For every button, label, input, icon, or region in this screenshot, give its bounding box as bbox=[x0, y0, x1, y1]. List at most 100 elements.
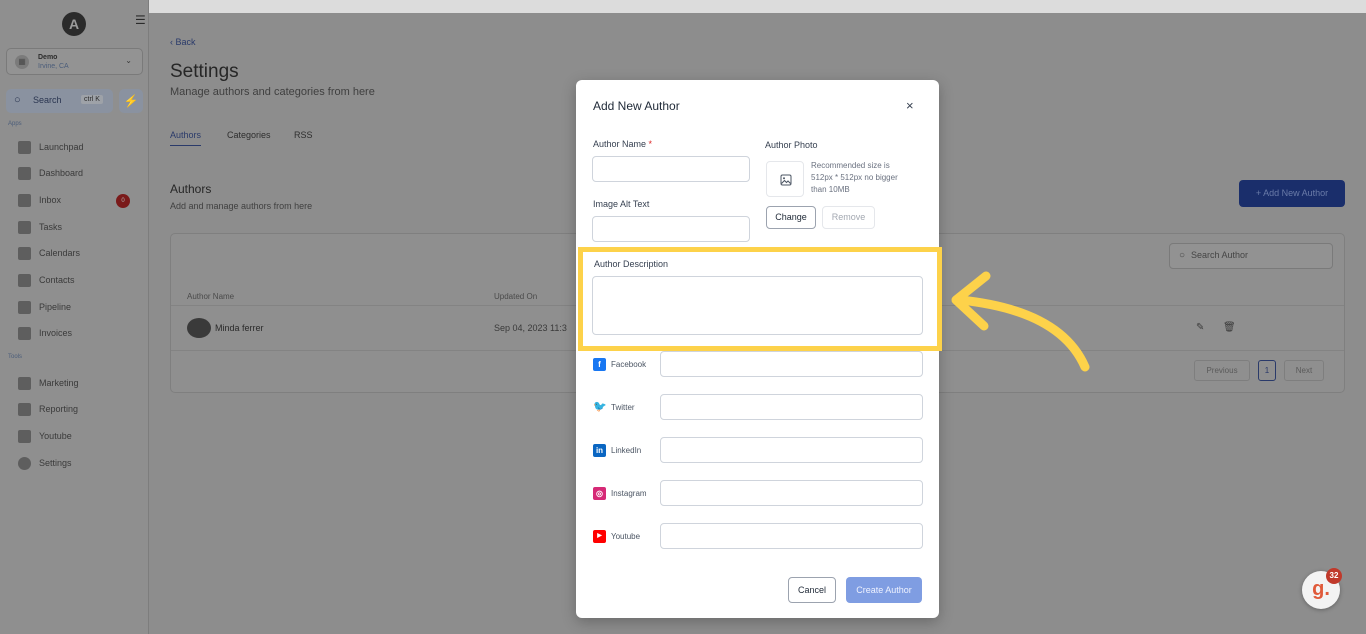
twitter-url-input[interactable] bbox=[660, 394, 923, 420]
section-apps: Apps bbox=[8, 121, 22, 127]
location-sub: Irvine, CA bbox=[38, 63, 69, 70]
sidebar-item-label: Dashboard bbox=[39, 168, 84, 178]
sidebar-item-settings[interactable]: Settings bbox=[18, 456, 143, 472]
sidebar: A ☰ ▦ Demo Irvine, CA ⌄ ○ Search ctrl K … bbox=[0, 0, 149, 634]
tab-categories[interactable]: Categories bbox=[227, 130, 271, 140]
inbox-count-badge: 0 bbox=[116, 194, 130, 208]
author-description-label: Author Description bbox=[594, 259, 669, 269]
image-icon bbox=[780, 174, 792, 186]
page-title: Settings bbox=[170, 61, 239, 82]
search-icon: ○ bbox=[14, 94, 21, 106]
back-link[interactable]: ‹ Back bbox=[170, 37, 196, 47]
invoice-icon bbox=[18, 327, 31, 340]
sidebar-item-label: Pipeline bbox=[39, 302, 72, 312]
sidebar-item-tasks[interactable]: Tasks bbox=[18, 220, 143, 236]
youtube-icon bbox=[18, 430, 31, 443]
sidebar-item-label: Contacts bbox=[39, 275, 75, 285]
collapse-menu-icon[interactable]: ☰ bbox=[135, 13, 146, 27]
sidebar-item-label: Youtube bbox=[39, 431, 72, 441]
sidebar-item-contacts[interactable]: Contacts bbox=[18, 273, 143, 289]
sidebar-search-label: Search bbox=[33, 95, 62, 105]
twitter-label: Twitter bbox=[611, 403, 635, 412]
funnel-icon bbox=[18, 301, 31, 314]
facebook-url-input[interactable] bbox=[660, 351, 923, 377]
add-new-author-button[interactable]: + Add New Author bbox=[1239, 180, 1345, 207]
cancel-button[interactable]: Cancel bbox=[788, 577, 836, 603]
calendar-icon bbox=[18, 247, 31, 260]
author-name-input[interactable] bbox=[592, 156, 750, 182]
help-widget-count: 32 bbox=[1326, 568, 1342, 584]
youtube-icon: ▶ bbox=[593, 530, 606, 543]
sidebar-item-pipeline[interactable]: Pipeline bbox=[18, 300, 143, 316]
author-name: Minda ferrer bbox=[215, 323, 264, 333]
search-author-input[interactable]: ○ Search Author bbox=[1169, 243, 1333, 269]
help-widget-button[interactable]: g. 32 bbox=[1302, 568, 1342, 609]
trash-icon[interactable]: 🗑 bbox=[1223, 322, 1236, 333]
sidebar-item-launchpad[interactable]: Launchpad bbox=[18, 140, 143, 156]
sidebar-item-label: Launchpad bbox=[39, 142, 84, 152]
sidebar-item-youtube[interactable]: Youtube bbox=[18, 429, 143, 445]
image-alt-text-input[interactable] bbox=[592, 216, 750, 242]
edit-icon[interactable]: ✎ bbox=[1196, 322, 1204, 333]
tab-rss[interactable]: RSS bbox=[294, 130, 313, 140]
facebook-icon: f bbox=[593, 358, 606, 371]
pointer-arrow-icon bbox=[951, 271, 1090, 372]
section-tools: Tools bbox=[8, 354, 23, 360]
author-name-label-text: Author Name bbox=[593, 139, 647, 149]
author-description-textarea[interactable] bbox=[592, 276, 923, 335]
sidebar-item-label: Marketing bbox=[39, 378, 79, 388]
gear-icon bbox=[18, 457, 31, 470]
sidebar-item-invoices[interactable]: Invoices bbox=[18, 326, 143, 342]
author-name-label: Author Name * bbox=[593, 139, 652, 149]
author-photo-label: Author Photo bbox=[765, 140, 818, 150]
grid-icon bbox=[18, 167, 31, 180]
linkedin-label: LinkedIn bbox=[611, 446, 642, 455]
image-alt-text-label: Image Alt Text bbox=[593, 199, 650, 209]
inbox-icon bbox=[18, 194, 31, 207]
sidebar-item-label: Calendars bbox=[39, 248, 81, 258]
search-icon: ○ bbox=[1179, 250, 1186, 261]
sidebar-item-label: Reporting bbox=[39, 404, 79, 414]
instagram-icon: ◎ bbox=[593, 487, 606, 500]
pie-chart-icon bbox=[18, 403, 31, 416]
instagram-url-input[interactable] bbox=[660, 480, 923, 506]
youtube-label: Youtube bbox=[611, 532, 641, 541]
sidebar-item-calendars[interactable]: Calendars bbox=[18, 246, 143, 262]
sidebar-item-reporting[interactable]: Reporting bbox=[18, 402, 143, 418]
modal-title: Add New Author bbox=[593, 99, 680, 113]
close-icon[interactable]: × bbox=[906, 98, 914, 113]
sidebar-item-marketing[interactable]: Marketing bbox=[18, 376, 143, 392]
back-label: Back bbox=[175, 37, 196, 47]
rocket-icon bbox=[18, 141, 31, 154]
top-strip bbox=[0, 0, 1366, 13]
location-switcher[interactable]: ▦ Demo Irvine, CA ⌄ bbox=[6, 48, 143, 75]
sidebar-item-inbox[interactable]: Inbox 0 bbox=[18, 193, 143, 209]
sidebar-item-label: Invoices bbox=[39, 328, 73, 338]
page-subtitle: Manage authors and categories from here bbox=[170, 86, 375, 98]
lightning-icon[interactable]: ⚡ bbox=[119, 89, 143, 113]
app-logo: A bbox=[62, 12, 86, 36]
building-icon: ▦ bbox=[15, 55, 29, 69]
sidebar-item-label: Inbox bbox=[39, 195, 62, 205]
sidebar-search[interactable]: ○ Search ctrl K bbox=[6, 89, 113, 113]
linkedin-url-input[interactable] bbox=[660, 437, 923, 463]
author-photo-preview[interactable] bbox=[766, 161, 804, 197]
person-icon bbox=[18, 274, 31, 287]
column-updated-on: Updated On bbox=[494, 292, 538, 301]
twitter-icon: 🐦 bbox=[593, 401, 607, 413]
instagram-label: Instagram bbox=[611, 489, 647, 498]
previous-page-button[interactable]: Previous bbox=[1194, 360, 1250, 381]
page-number-button[interactable]: 1 bbox=[1258, 360, 1276, 381]
remove-photo-button[interactable]: Remove bbox=[822, 206, 875, 229]
column-author-name: Author Name bbox=[187, 292, 235, 301]
section-subtitle: Add and manage authors from here bbox=[170, 201, 313, 211]
search-shortcut: ctrl K bbox=[81, 95, 103, 104]
change-photo-button[interactable]: Change bbox=[766, 206, 816, 229]
sidebar-item-dashboard[interactable]: Dashboard bbox=[18, 166, 143, 182]
search-author-placeholder: Search Author bbox=[1191, 250, 1249, 260]
youtube-url-input[interactable] bbox=[660, 523, 923, 549]
linkedin-icon: in bbox=[593, 444, 606, 457]
create-author-button[interactable]: Create Author bbox=[846, 577, 922, 603]
next-page-button[interactable]: Next bbox=[1284, 360, 1324, 381]
tab-authors[interactable]: Authors bbox=[170, 130, 202, 146]
